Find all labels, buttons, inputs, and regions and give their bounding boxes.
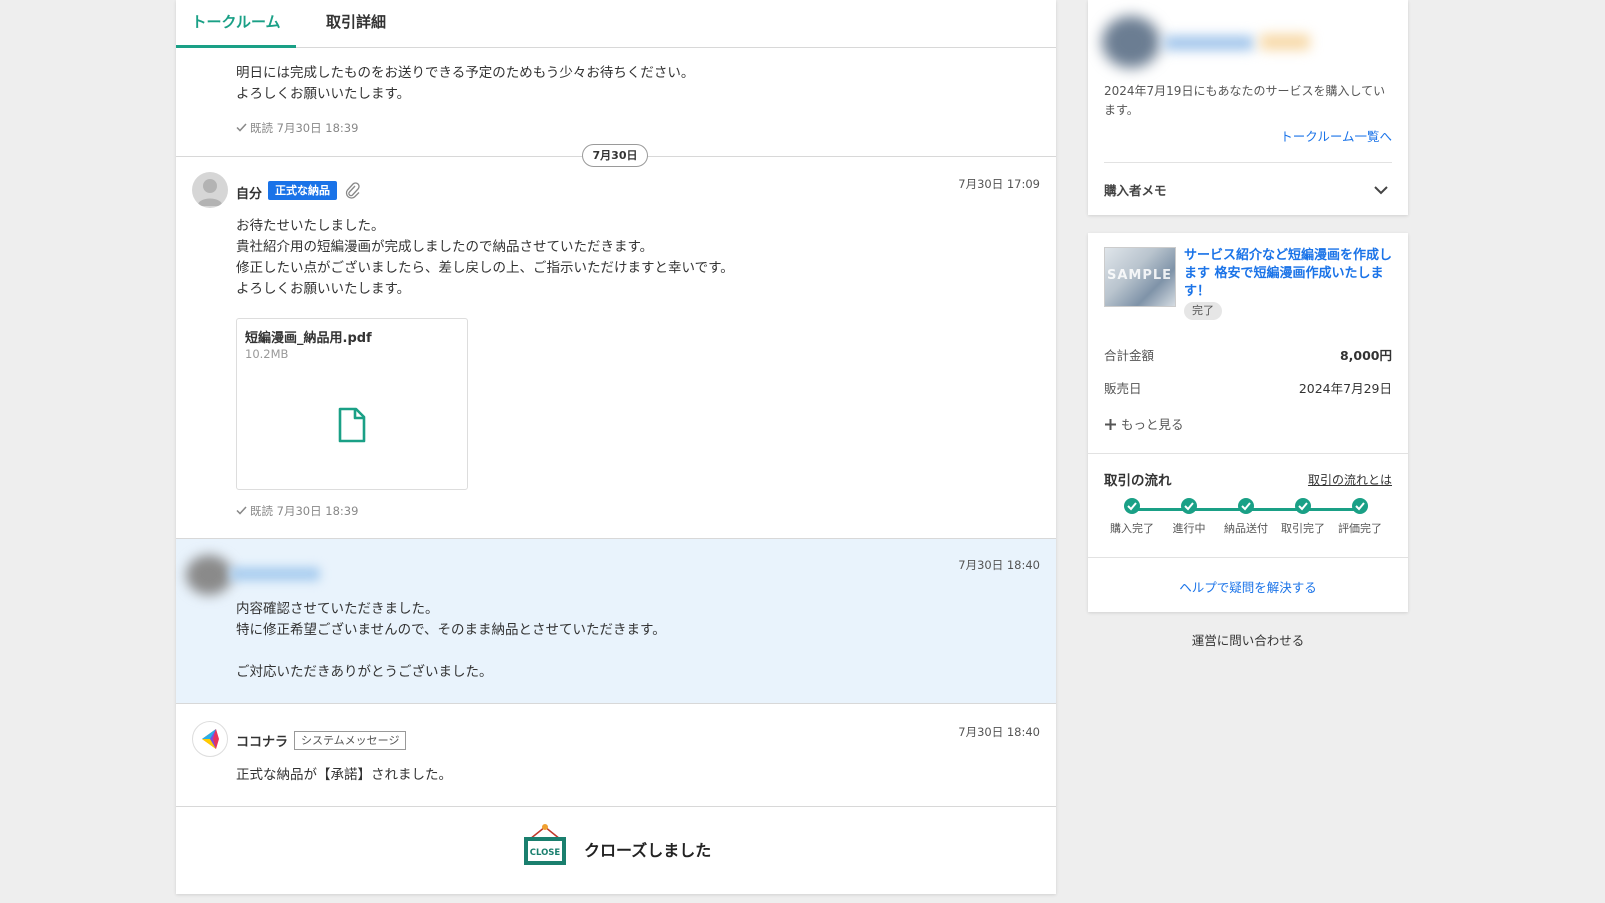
buyer-badge-redacted xyxy=(1260,34,1310,50)
document-icon xyxy=(337,407,367,447)
close-sign-text: CLOSE xyxy=(530,848,561,858)
message-text: 正式な納品が【承諾】されました。 xyxy=(236,767,452,783)
message-time: 7月30日 18:40 xyxy=(958,725,1040,739)
read-status-text: 既読 7月30日 18:39 xyxy=(250,504,359,518)
chevron-down-icon[interactable] xyxy=(1374,180,1388,199)
avatar xyxy=(1102,16,1160,68)
closed-label: クローズしました xyxy=(584,841,712,860)
plus-icon xyxy=(1104,418,1117,434)
system-message-badge: システムメッセージ xyxy=(294,731,407,750)
chat-panel: トークルーム 取引詳細 明日には完成したものをお送りできる予定のためもう少々お待… xyxy=(176,0,1056,894)
buyer-name-redacted xyxy=(1164,36,1254,50)
show-more-label: もっと見る xyxy=(1121,417,1184,432)
transaction-flow-link[interactable]: 取引の流れとは xyxy=(1308,471,1392,488)
divider xyxy=(176,703,1056,704)
read-status: 既読 7月30日 18:39 xyxy=(236,120,358,136)
help-link[interactable]: ヘルプで疑問を解決する xyxy=(1088,577,1408,596)
closed-notice: CLOSE クローズしました xyxy=(176,805,1056,894)
message-text: 内容確認させていただきました。 特に修正希望ございませんので、そのまま納品とさせ… xyxy=(236,601,666,680)
message-text: 明日には完成したものをお送りできる予定のためもう少々お待ちください。 よろしくお… xyxy=(236,65,695,102)
buyer-message: 7月30日 18:40 内容確認させていただきました。 特に修正希望ございません… xyxy=(176,539,1056,703)
flow-step: 評価完了 xyxy=(1330,498,1390,536)
transaction-flow-title: 取引の流れ xyxy=(1104,473,1172,489)
avatar xyxy=(192,172,228,208)
order-card: SAMPLE サービス紹介など短編漫画を作成します 格安で短編漫画作成いたします… xyxy=(1088,233,1408,612)
file-name: 短編漫画_納品用.pdf xyxy=(245,331,372,346)
purchase-history-note: 2024年7月19日にもあなたのサービスを購入しています。 xyxy=(1104,84,1386,117)
sender-name: ココナラ xyxy=(236,735,289,750)
message-time: 7月30日 17:09 xyxy=(958,177,1040,191)
thumbnail-watermark: SAMPLE xyxy=(1107,268,1173,283)
sale-date-value: 2024年7月29日 xyxy=(1298,381,1392,396)
check-icon xyxy=(1352,498,1368,514)
message-time: 7月30日 18:40 xyxy=(958,558,1040,572)
talkroom-list-link[interactable]: トークルーム一覧へ xyxy=(1280,126,1392,145)
buyer-info-card: 2024年7月19日にもあなたのサービスを購入しています。 トークルーム一覧へ … xyxy=(1088,0,1408,215)
flow-step-label: 取引完了 xyxy=(1281,522,1325,535)
flow-step-label: 納品送付 xyxy=(1224,522,1268,535)
file-attachment[interactable]: 短編漫画_納品用.pdf 10.2MB xyxy=(236,318,468,490)
flow-step-label: 購入完了 xyxy=(1110,522,1154,535)
flow-step-label: 進行中 xyxy=(1172,522,1206,535)
total-label: 合計金額 xyxy=(1104,348,1155,363)
flow-step: 取引完了 xyxy=(1273,498,1333,536)
coconala-logo xyxy=(192,721,228,757)
show-more-button[interactable]: もっと見る xyxy=(1104,414,1184,434)
paperclip-icon xyxy=(344,181,360,203)
divider xyxy=(1088,453,1408,454)
close-sign-icon: CLOSE xyxy=(524,824,566,865)
divider xyxy=(1104,162,1392,163)
avatar xyxy=(186,555,232,595)
read-status-text: 既読 7月30日 18:39 xyxy=(250,121,359,135)
buyer-memo-label: 購入者メモ xyxy=(1104,183,1167,198)
total-value: 8,000円 xyxy=(1339,348,1392,363)
sale-date-label: 販売日 xyxy=(1104,381,1142,396)
divider xyxy=(1088,557,1408,558)
service-title-link[interactable]: サービス紹介など短編漫画を作成します 格安で短編漫画作成いたします！ xyxy=(1184,247,1394,301)
check-icon xyxy=(1238,498,1254,514)
check-icon xyxy=(1181,498,1197,514)
official-delivery-badge: 正式な納品 xyxy=(268,181,337,200)
flow-step-label: 評価完了 xyxy=(1338,522,1382,535)
read-status: 既読 7月30日 18:39 xyxy=(236,503,358,519)
flow-step: 納品送付 xyxy=(1216,498,1276,536)
contact-support-link[interactable]: 運営に問い合わせる xyxy=(1088,630,1408,649)
service-thumbnail[interactable]: SAMPLE xyxy=(1104,247,1176,307)
check-icon xyxy=(236,504,247,518)
check-icon xyxy=(236,121,247,135)
tab-talkroom[interactable]: トークルーム xyxy=(176,0,296,48)
message-text: お待たせいたしました。 貴社紹介用の短編漫画が完成しましたので納品させていただき… xyxy=(236,218,734,297)
flow-step: 購入完了 xyxy=(1102,498,1162,536)
check-icon xyxy=(1124,498,1140,514)
check-icon xyxy=(1295,498,1311,514)
flow-step: 進行中 xyxy=(1159,498,1219,536)
file-size: 10.2MB xyxy=(245,347,289,361)
status-badge: 完了 xyxy=(1184,302,1222,320)
sender-name: 自分 xyxy=(236,187,263,202)
date-divider: 7月30日 xyxy=(582,144,648,167)
tab-details[interactable]: 取引詳細 xyxy=(306,0,406,48)
sender-name-redacted xyxy=(230,567,320,581)
tab-bar: トークルーム 取引詳細 xyxy=(176,0,1056,48)
